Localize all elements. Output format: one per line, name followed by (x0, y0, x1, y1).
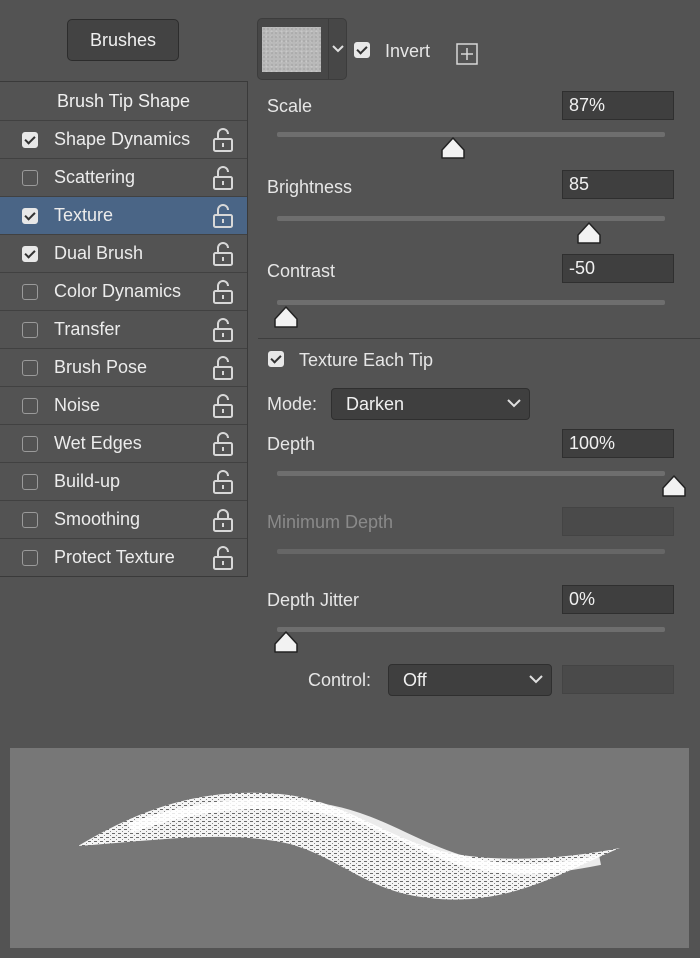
checkbox-icon[interactable] (22, 169, 38, 186)
sidebar-item-dual-brush[interactable]: Dual Brush (0, 235, 247, 273)
new-preset-plus-icon[interactable] (456, 43, 478, 65)
texture-each-tip-checkbox[interactable] (268, 351, 284, 367)
mode-select[interactable]: Darken (331, 388, 530, 420)
depth-slider-track[interactable] (277, 471, 665, 476)
checkbox-icon[interactable] (22, 473, 38, 490)
section-divider (258, 338, 700, 339)
checkbox-icon[interactable] (22, 245, 38, 262)
lock-open-icon[interactable] (212, 318, 234, 342)
checkbox-icon[interactable] (22, 549, 38, 566)
lock-open-icon[interactable] (212, 432, 234, 456)
slider-thumb-icon[interactable] (273, 305, 299, 329)
control-extra-input (562, 665, 674, 694)
depth-jitter-input[interactable]: 0% (562, 585, 674, 614)
brushes-button[interactable]: Brushes (67, 19, 179, 61)
sidebar-item-label: Smoothing (54, 509, 141, 529)
brush-stroke-preview-image (78, 792, 620, 900)
contrast-slider-track[interactable] (277, 300, 665, 305)
sidebar-item-smoothing[interactable]: Smoothing (0, 501, 247, 539)
texture-swatch[interactable] (262, 27, 321, 72)
slider-thumb-icon[interactable] (576, 221, 602, 245)
lock-open-icon[interactable] (212, 280, 234, 304)
brightness-input[interactable]: 85 (562, 170, 674, 199)
checkbox-icon[interactable] (22, 321, 38, 338)
depth-jitter-slider-track[interactable] (277, 627, 665, 632)
texture-picker[interactable] (257, 18, 347, 80)
sidebar-item-brush-pose[interactable]: Brush Pose (0, 349, 247, 387)
contrast-label: Contrast (267, 261, 336, 281)
invert-checkbox[interactable] (354, 42, 370, 58)
checkbox-icon[interactable] (22, 207, 38, 224)
sidebar-item-noise[interactable]: Noise (0, 387, 247, 425)
depth-label: Depth (267, 434, 316, 454)
lock-open-icon[interactable] (212, 546, 234, 570)
mode-label: Mode: (267, 394, 318, 414)
control-label: Control: (308, 670, 372, 690)
lock-open-icon[interactable] (212, 356, 234, 380)
lock-open-icon[interactable] (212, 242, 234, 266)
checkbox-icon[interactable] (22, 283, 38, 300)
chevron-down-icon[interactable] (332, 45, 344, 53)
lock-closed-icon[interactable] (212, 508, 234, 532)
sidebar-item-label: Noise (54, 395, 101, 415)
slider-thumb-icon[interactable] (661, 474, 687, 498)
lock-open-icon[interactable] (212, 394, 234, 418)
depth-input[interactable]: 100% (562, 429, 674, 458)
slider-thumb-icon[interactable] (440, 136, 466, 160)
sidebar-item-shape-dynamics[interactable]: Shape Dynamics (0, 121, 247, 159)
sidebar-item-label: Wet Edges (54, 433, 142, 453)
lock-open-icon[interactable] (212, 470, 234, 494)
chevron-down-icon (529, 675, 543, 684)
texture-each-tip-label: Texture Each Tip (299, 350, 434, 370)
scale-slider-track[interactable] (277, 132, 665, 137)
sidebar-item-wet-edges[interactable]: Wet Edges (0, 425, 247, 463)
brightness-label: Brightness (267, 177, 353, 197)
sidebar-item-label: Transfer (54, 319, 121, 339)
checkbox-icon[interactable] (22, 511, 38, 528)
minimum-depth-slider-track (277, 549, 665, 554)
lock-open-icon[interactable] (212, 204, 234, 228)
sidebar-item-label: Scattering (54, 167, 136, 187)
sidebar-item-label: Color Dynamics (54, 281, 182, 301)
brush-tip-shape-item[interactable]: Brush Tip Shape (0, 82, 247, 121)
scale-input[interactable]: 87% (562, 91, 674, 120)
sidebar-item-label: Dual Brush (54, 243, 144, 263)
checkbox-icon[interactable] (22, 397, 38, 414)
minimum-depth-input (562, 507, 674, 536)
sidebar-item-build-up[interactable]: Build-up (0, 463, 247, 501)
sidebar-item-label: Texture (54, 205, 114, 225)
sidebar-item-texture[interactable]: Texture (0, 197, 247, 235)
divider (328, 19, 329, 79)
mode-value: Darken (346, 393, 405, 414)
sidebar-item-label: Brush Pose (54, 357, 148, 377)
lock-open-icon[interactable] (212, 128, 234, 152)
brush-settings-sidebar: Brush Tip Shape Shape Dynamics Scatterin… (0, 81, 248, 577)
scale-label: Scale (267, 96, 313, 116)
checkbox-icon[interactable] (22, 359, 38, 376)
sidebar-item-label: Build-up (54, 471, 121, 491)
minimum-depth-label: Minimum Depth (267, 512, 394, 532)
chevron-down-icon (507, 399, 521, 408)
contrast-input[interactable]: -50 (562, 254, 674, 283)
checkbox-icon[interactable] (22, 131, 38, 148)
lock-open-icon[interactable] (212, 166, 234, 190)
sidebar-item-label: Shape Dynamics (54, 129, 191, 149)
checkbox-icon[interactable] (22, 435, 38, 452)
sidebar-item-transfer[interactable]: Transfer (0, 311, 247, 349)
sidebar-item-color-dynamics[interactable]: Color Dynamics (0, 273, 247, 311)
sidebar-item-scattering[interactable]: Scattering (0, 159, 247, 197)
brightness-slider-track[interactable] (277, 216, 665, 221)
sidebar-item-label: Protect Texture (54, 547, 175, 567)
slider-thumb-icon[interactable] (273, 630, 299, 654)
control-select[interactable]: Off (388, 664, 552, 696)
sidebar-item-protect-texture[interactable]: Protect Texture (0, 539, 247, 576)
control-value: Off (403, 669, 427, 690)
brush-stroke-preview (10, 748, 689, 948)
invert-label: Invert (385, 41, 431, 61)
depth-jitter-label: Depth Jitter (267, 590, 360, 610)
